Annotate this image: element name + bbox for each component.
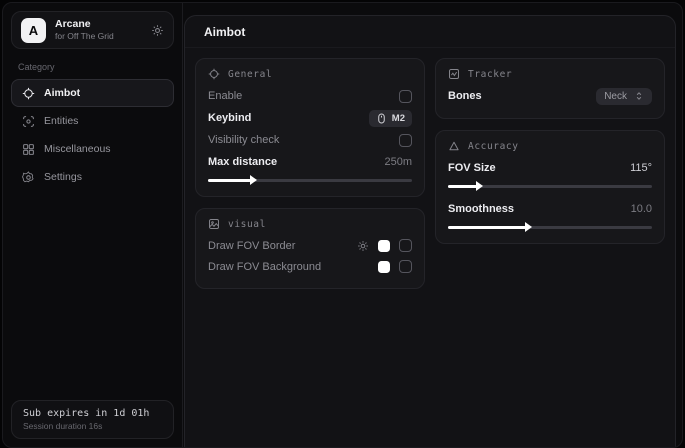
app-name: Arcane (55, 18, 142, 31)
sidebar-item-aimbot[interactable]: Aimbot (11, 79, 174, 107)
crosshair-icon (208, 68, 220, 80)
main-header: Aimbot (185, 16, 675, 48)
enable-label: Enable (208, 90, 242, 102)
keybind-button[interactable]: M2 (369, 110, 412, 127)
fov-background-color-swatch[interactable] (378, 261, 390, 273)
slider-thumb[interactable] (250, 175, 257, 185)
app-window: A Arcane for Off The Grid Category (2, 2, 683, 448)
max-distance-row: Max distance 250m (208, 151, 412, 173)
fov-size-row: FOV Size 115° (448, 157, 652, 179)
max-distance-label: Max distance (208, 156, 277, 168)
draw-fov-background-label: Draw FOV Background (208, 261, 321, 273)
app-subtitle: for Off The Grid (55, 31, 142, 42)
visibility-check-checkbox[interactable] (399, 134, 412, 147)
triangle-icon (448, 140, 460, 152)
sidebar-item-entities[interactable]: Entities (11, 107, 174, 135)
visual-card: visual Draw FOV Border (195, 208, 425, 289)
chevrons-up-down-icon (634, 91, 644, 101)
fov-size-slider[interactable] (448, 182, 652, 191)
card-title: General (228, 69, 272, 80)
bones-label: Bones (448, 90, 482, 102)
max-distance-slider[interactable] (208, 176, 412, 185)
draw-fov-border-row: Draw FOV Border (208, 235, 412, 256)
fov-border-color-swatch[interactable] (378, 240, 390, 252)
card-title: Tracker (468, 69, 512, 80)
sidebar-item-label: Entities (44, 115, 78, 127)
sub-expires-text: Sub expires in 1d 01h (23, 408, 162, 419)
draw-fov-border-label: Draw FOV Border (208, 240, 295, 252)
general-card: General Enable Keybind (195, 58, 425, 197)
slider-thumb[interactable] (525, 222, 532, 232)
grid-icon (22, 143, 35, 156)
activity-icon (448, 68, 460, 80)
smoothness-label: Smoothness (448, 203, 514, 215)
bones-select[interactable]: Neck (596, 88, 652, 105)
eye-scan-icon (22, 115, 35, 128)
gear-icon[interactable] (357, 240, 369, 252)
app-header-card: A Arcane for Off The Grid (11, 11, 174, 49)
category-label: Category (18, 62, 167, 72)
crosshair-icon (22, 87, 35, 100)
bones-row: Bones Neck (448, 85, 652, 107)
session-duration-text: Session duration 16s (23, 421, 162, 431)
cards-grid: General Enable Keybind (185, 48, 675, 299)
settings-gear-icon (22, 171, 35, 184)
smoothness-row: Smoothness 10.0 (448, 198, 652, 220)
sidebar-item-label: Miscellaneous (44, 143, 111, 155)
enable-checkbox[interactable] (399, 90, 412, 103)
keybind-label: Keybind (208, 112, 251, 124)
draw-fov-background-checkbox[interactable] (399, 260, 412, 273)
gear-icon[interactable] (151, 24, 164, 37)
draw-fov-background-row: Draw FOV Background (208, 256, 412, 277)
fov-size-value: 115° (630, 162, 652, 174)
max-distance-value: 250m (384, 156, 412, 168)
main-panel: Aimbot General (184, 15, 676, 447)
smoothness-value: 10.0 (631, 203, 652, 215)
mouse-icon (376, 113, 387, 124)
sidebar-nav: Aimbot Entities (11, 79, 174, 191)
sidebar-item-miscellaneous[interactable]: Miscellaneous (11, 135, 174, 163)
bones-selected-value: Neck (604, 91, 627, 102)
page-title: Aimbot (204, 25, 656, 39)
card-title: Accuracy (468, 141, 519, 152)
fov-size-label: FOV Size (448, 162, 496, 174)
smoothness-slider[interactable] (448, 223, 652, 232)
visibility-check-label: Visibility check (208, 134, 279, 146)
sidebar: A Arcane for Off The Grid Category (3, 3, 183, 447)
enable-row: Enable (208, 85, 412, 107)
accuracy-card: Accuracy FOV Size 115° Smoothness 10 (435, 130, 665, 244)
visibility-check-row: Visibility check (208, 129, 412, 151)
subscription-info-card: Sub expires in 1d 01h Session duration 1… (11, 400, 174, 439)
draw-fov-border-checkbox[interactable] (399, 239, 412, 252)
slider-thumb[interactable] (476, 181, 483, 191)
app-logo: A (21, 18, 46, 43)
card-title: visual (228, 219, 266, 230)
keybind-value: M2 (392, 113, 405, 124)
sidebar-item-settings[interactable]: Settings (11, 163, 174, 191)
sidebar-item-label: Aimbot (44, 87, 80, 99)
image-icon (208, 218, 220, 230)
sidebar-item-label: Settings (44, 171, 82, 183)
keybind-row: Keybind M2 (208, 107, 412, 129)
tracker-card: Tracker Bones Neck (435, 58, 665, 119)
